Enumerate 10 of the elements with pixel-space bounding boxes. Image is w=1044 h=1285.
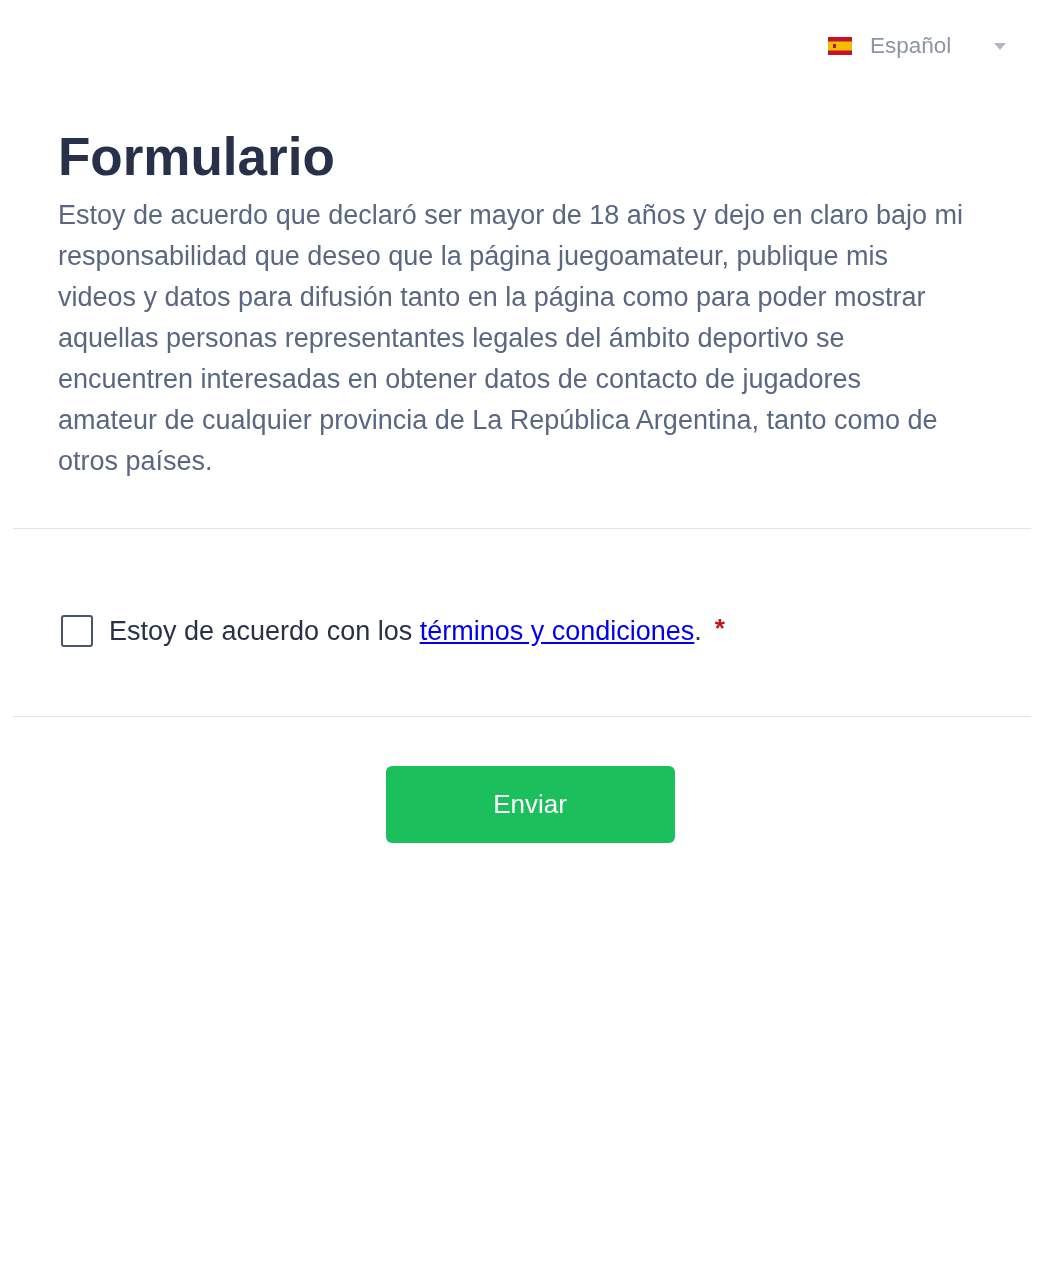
required-mark: * [714,615,725,641]
form-title: Formulario [58,127,336,187]
consent-label: Estoy de acuerdo con los términos y condiciones. [109,615,702,647]
caret-icon [994,42,1006,50]
flag-icon [828,37,852,55]
checkbox[interactable] [61,615,93,647]
terms-link[interactable]: términos y condiciones [419,615,695,646]
language-dropdown[interactable]: Español [828,30,1006,62]
submit-button[interactable]: Enviar [385,766,675,843]
form-description: Estoy de acuerdo que declaró ser mayor de 18 años y dejo en claro bajo mi responsabilidad que deseo que la página juegoamateur, publique mis videos y datos para difusión tanto en la página como para poder mostrar aquellas personas representantes legales del ámbito deportivo se encuentren interesadas en obtener datos de contacto de jugadores amateur de cualquier provincia de La República Argentina, tanto como de otros países. [58,199,965,478]
